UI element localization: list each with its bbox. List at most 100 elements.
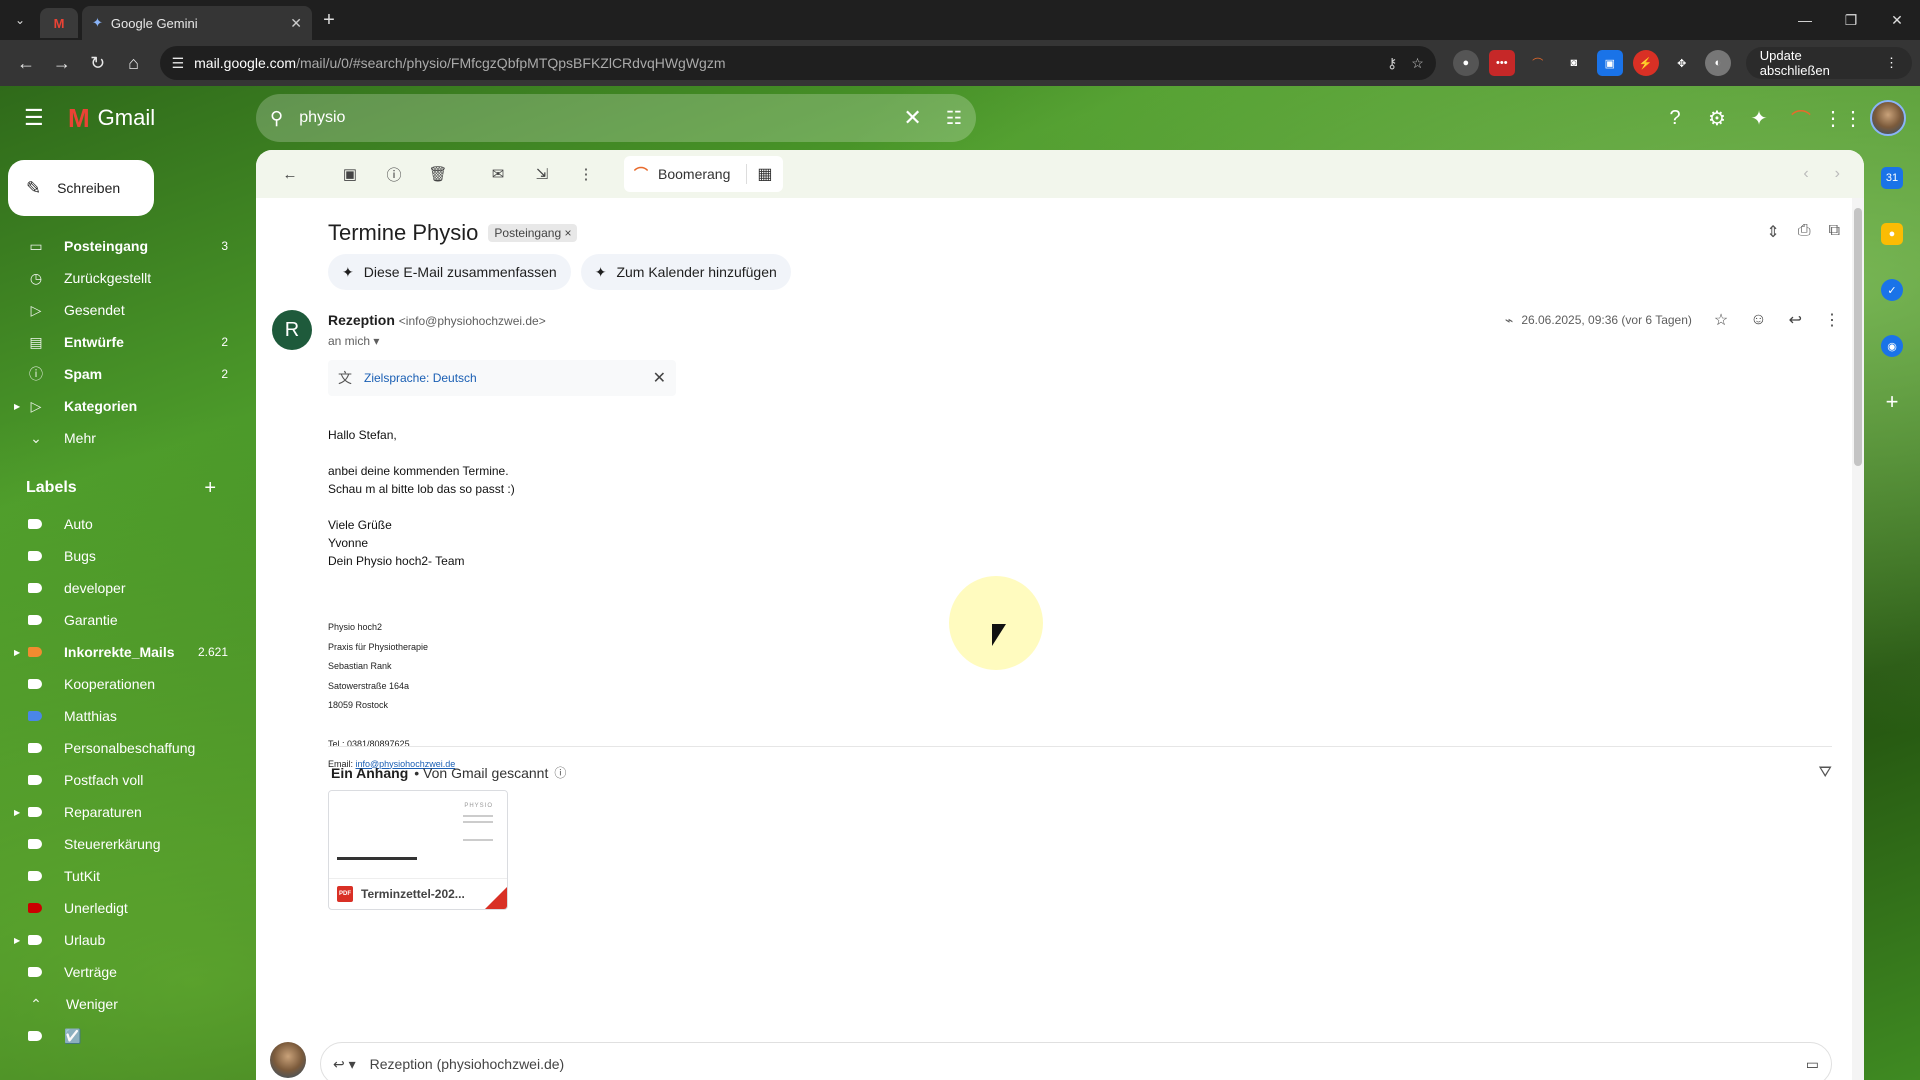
site-info-icon[interactable]: ☰ — [172, 55, 185, 72]
calendar-app-icon[interactable]: 31 — [1864, 150, 1920, 206]
label-item-auto[interactable]: Auto — [0, 508, 240, 540]
sidebar-item-mehr[interactable]: ⌄ Mehr — [0, 422, 240, 454]
add-label-icon[interactable]: + — [204, 477, 216, 500]
extension-boomerang-icon[interactable]: ⌒ — [1525, 50, 1551, 76]
reload-icon[interactable]: ↻ — [80, 45, 116, 81]
extension-red-icon[interactable]: ⚡ — [1632, 50, 1659, 76]
open-new-window-icon[interactable]: ⧉ — [1829, 222, 1840, 242]
sender-avatar[interactable]: R — [272, 310, 312, 350]
more-actions-icon[interactable]: ⋮ — [564, 154, 608, 194]
pop-out-reply-icon[interactable]: ▭ — [1806, 1056, 1819, 1073]
sender-name[interactable]: Rezeption — [328, 312, 395, 328]
archive-icon[interactable]: ▣ — [328, 154, 372, 194]
extension-lastpass-icon[interactable]: ••• — [1488, 50, 1515, 76]
apps-grid-icon[interactable]: ⋮⋮ — [1822, 96, 1864, 140]
label-item-matthias[interactable]: Matthias — [0, 700, 240, 732]
expand-caret-icon[interactable]: ▶ — [14, 648, 20, 657]
tab-gemini[interactable]: ✦ Google Gemini ✕ — [82, 6, 312, 40]
reply-box[interactable]: ↩ ▾ Rezeption (physiohochzwei.de) ▭ — [320, 1042, 1832, 1080]
delete-icon[interactable]: 🗑 — [416, 154, 460, 194]
extension-badge-icon[interactable]: ▣ — [1596, 50, 1623, 76]
sidebar-item-entwuerfe[interactable]: ▤ Entwürfe 2 — [0, 326, 240, 358]
summarize-email-button[interactable]: ✦ Diese E-Mail zusammenfassen — [328, 254, 571, 290]
sidebar-item-spam[interactable]: ⓘ Spam 2 — [0, 358, 240, 390]
expand-caret-icon[interactable]: ▶ — [14, 936, 20, 945]
profile-avatar-icon[interactable]: ◐ — [1704, 50, 1731, 76]
clear-search-icon[interactable]: ✕ — [903, 105, 921, 131]
menu-kebab-icon[interactable]: ⋮ — [1885, 55, 1898, 71]
attachment-card[interactable]: PHYSIO PDF Terminzettel-202... — [328, 790, 508, 910]
home-icon[interactable]: ⌂ — [116, 45, 152, 81]
close-translate-icon[interactable]: ✕ — [653, 368, 666, 388]
report-spam-icon[interactable]: ⓘ — [372, 154, 416, 194]
move-to-icon[interactable]: ⇲ — [520, 154, 564, 194]
back-icon[interactable]: ← — [8, 45, 44, 81]
expand-caret-icon[interactable]: ▶ — [14, 402, 20, 411]
inbox-label-chip[interactable]: Posteingang × — [488, 224, 578, 242]
tab-gmail-pinned[interactable]: M — [40, 8, 78, 38]
label-item-tutkit[interactable]: TutKit — [0, 860, 240, 892]
reply-type-icon[interactable]: ↩ ▾ — [333, 1056, 356, 1073]
target-language-link[interactable]: Zielsprache: Deutsch — [364, 371, 653, 385]
gemini-sparkle-icon[interactable]: ✦ — [1738, 96, 1780, 140]
label-item-garantie[interactable]: Garantie — [0, 604, 240, 636]
forward-icon[interactable]: → — [44, 45, 80, 81]
restore-icon[interactable]: ❐ — [1828, 12, 1874, 29]
search-options-icon[interactable]: ☷ — [946, 108, 962, 129]
reply-icon[interactable]: ↩ — [1789, 310, 1802, 330]
message-scrollbar-thumb[interactable] — [1854, 208, 1862, 466]
expand-all-icon[interactable]: ⇕ — [1766, 222, 1779, 242]
back-to-list-icon[interactable]: ← — [268, 154, 312, 194]
contacts-app-icon[interactable]: ◉ — [1864, 318, 1920, 374]
address-bar[interactable]: ☰ mail.google.com/mail/u/0/#search/physi… — [159, 46, 1436, 80]
password-key-icon[interactable]: ⚷ — [1387, 55, 1397, 72]
emoji-react-icon[interactable]: ☺ — [1750, 311, 1766, 329]
main-menu-icon[interactable]: ☰ — [24, 105, 48, 131]
label-item-developer[interactable]: developer — [0, 572, 240, 604]
sidebar-item-gesendet[interactable]: ▷ Gesendet — [0, 294, 240, 326]
message-more-icon[interactable]: ⋮ — [1824, 310, 1840, 330]
compose-button[interactable]: ✎ Schreiben — [8, 160, 154, 216]
sidebar-item-zurueckgestellt[interactable]: ◷ Zurückgestellt — [0, 262, 240, 294]
show-details-caret-icon[interactable]: ▾ — [373, 334, 379, 348]
search-bar[interactable]: ⚲ physio ✕ ☷ — [256, 94, 976, 142]
close-window-icon[interactable]: ✕ — [1874, 12, 1920, 29]
search-icon[interactable]: ⚲ — [270, 108, 283, 129]
star-icon[interactable]: ☆ — [1714, 310, 1728, 330]
remove-label-icon[interactable]: × — [564, 226, 571, 240]
boomerang-button[interactable]: ⌒ Boomerang ▦ — [624, 156, 783, 192]
tab-close-icon[interactable]: ✕ — [290, 15, 302, 32]
add-to-calendar-button[interactable]: ✦ Zum Kalender hinzufügen — [580, 254, 791, 290]
expand-caret-icon[interactable]: ▶ — [14, 808, 20, 817]
label-item-bugs[interactable]: Bugs — [0, 540, 240, 572]
label-item-unerledigt[interactable]: Unerledigt — [0, 892, 240, 924]
label-item-checkbox[interactable]: ☑️ — [0, 1020, 240, 1052]
label-item-steuererklaerung[interactable]: Steuererkärung — [0, 828, 240, 860]
search-input[interactable]: physio — [299, 109, 903, 127]
extensions-puzzle-icon[interactable]: ✥ — [1669, 50, 1695, 76]
sidebar-item-kategorien[interactable]: ▶ ▷ Kategorien — [0, 390, 240, 422]
account-avatar[interactable] — [1870, 100, 1906, 136]
tasks-app-icon[interactable]: ✓ — [1864, 262, 1920, 318]
label-item-personalbeschaffung[interactable]: Personalbeschaffung — [0, 732, 240, 764]
recipient-line[interactable]: an mich ▾ — [328, 334, 379, 348]
label-item-inkorrekte-mails[interactable]: ▶ Inkorrekte_Mails 2.621 — [0, 636, 240, 668]
label-item-urlaub[interactable]: ▶ Urlaub — [0, 924, 240, 956]
minimize-icon[interactable]: — — [1782, 12, 1828, 29]
bookmark-star-icon[interactable]: ☆ — [1411, 55, 1424, 72]
label-item-weniger[interactable]: ⌃ Weniger — [0, 988, 240, 1020]
mark-unread-icon[interactable]: ✉ — [476, 154, 520, 194]
print-icon[interactable]: ⎙ — [1798, 222, 1811, 242]
label-item-kooperationen[interactable]: Kooperationen — [0, 668, 240, 700]
boomerang-header-icon[interactable]: ⌒ — [1780, 96, 1822, 140]
next-message-icon[interactable]: › — [1835, 165, 1840, 183]
get-addons-icon[interactable]: + — [1864, 374, 1920, 430]
gmail-logo[interactable]: M Gmail — [68, 103, 155, 134]
update-button[interactable]: Update abschließen ⋮ — [1745, 47, 1912, 79]
sidebar-item-posteingang[interactable]: ▭ Posteingang 3 — [0, 230, 240, 262]
new-tab-button[interactable]: + — [312, 9, 346, 32]
tab-search-chevron-icon[interactable]: ⌄ — [0, 0, 40, 40]
keep-app-icon[interactable]: ● — [1864, 206, 1920, 262]
label-item-postfach-voll[interactable]: Postfach voll — [0, 764, 240, 796]
extension-camera-icon[interactable]: ◙ — [1561, 50, 1587, 76]
